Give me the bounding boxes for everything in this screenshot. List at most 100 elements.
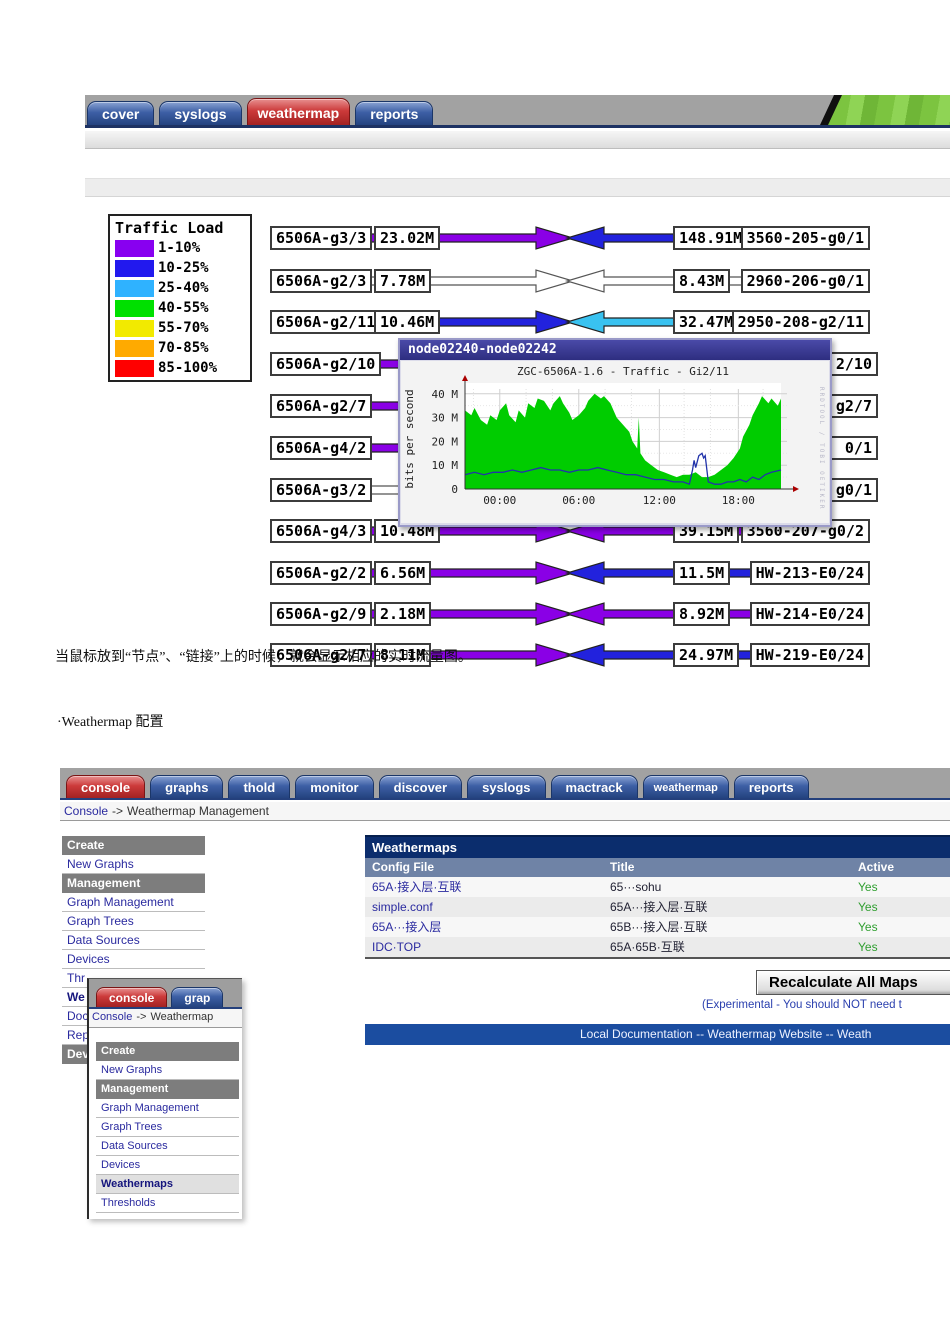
sidebar-header-management: Management	[96, 1080, 239, 1099]
breadcrumb-separator: ->	[112, 804, 124, 818]
tab-mactrack[interactable]: mactrack	[550, 775, 638, 798]
legend-range-label: 1-10%	[158, 240, 201, 256]
svg-text:40 M: 40 M	[432, 388, 459, 401]
link-value-right: 24.97M	[673, 643, 740, 667]
svg-text:06:00: 06:00	[562, 494, 595, 507]
tab-cover[interactable]: cover	[87, 101, 155, 125]
legend-swatch	[115, 239, 154, 257]
logo-stripe-graphic	[828, 95, 950, 125]
node-label-left: 6506A-g3/2	[270, 478, 373, 502]
node-label-right: HW-213-E0/24	[749, 561, 870, 585]
recalculate-all-maps-button[interactable]: Recalculate All Maps	[756, 970, 950, 995]
link-value-left: 6.56M	[374, 561, 432, 585]
sidebar-header-create: Create	[96, 1042, 239, 1061]
sidebar-item-new-graphs[interactable]: New Graphs	[96, 1061, 239, 1080]
tab-syslogs[interactable]: syslogs	[467, 775, 546, 798]
tab-bar: cover syslogs weathermap reports	[85, 95, 950, 128]
sidebar-item-devices[interactable]: Devices	[62, 950, 205, 969]
breadcrumb: Console -> Weathermap	[89, 1009, 242, 1028]
cacti-logo-graphic	[790, 95, 950, 125]
breadcrumb-console-link[interactable]: Console	[92, 1011, 132, 1023]
svg-text:bits per second: bits per second	[403, 389, 416, 488]
hover-hint-caption: 当鼠标放到“节点”、“链接”上的时候，就会显示相应的实时流量图。	[55, 650, 472, 665]
tab-graphs[interactable]: graphs	[150, 775, 224, 798]
breadcrumb-separator: ->	[136, 1011, 147, 1023]
breadcrumb-page: Weathermap	[150, 1011, 214, 1023]
tab-console[interactable]: console	[96, 987, 168, 1007]
tab-bar: console grap	[89, 979, 242, 1009]
experimental-note: (Experimental - You should NOT need t	[702, 999, 902, 1011]
map-title-cell: 65···sohu	[610, 880, 662, 894]
weathermap-link-row[interactable]: 6506A-g2/2 6.56M 11.5M HW-213-E0/24	[270, 556, 870, 590]
nested-console-screenshot: console grap Console -> Weathermap Create Ne…	[87, 978, 242, 1219]
tab-thold[interactable]: thold	[228, 775, 291, 798]
sidebar-item-data-sources[interactable]: Data Sources	[96, 1137, 239, 1156]
weathermap-link-row[interactable]: 6506A-g2/3 7.78M 8.43M 2960-206-g0/1	[270, 264, 870, 298]
weathermap-link-row[interactable]: 6506A-g2/9 2.18M 8.92M HW-214-E0/24	[270, 597, 870, 631]
sidebar-header-create: Create	[62, 836, 205, 855]
weathermap-config-bullet: ·Weathermap 配置	[57, 715, 164, 730]
active-status: Yes	[858, 880, 878, 894]
legend-item: 1-10%	[110, 238, 250, 258]
tab-reports[interactable]: reports	[733, 775, 809, 798]
svg-text:0: 0	[451, 483, 458, 496]
active-status: Yes	[858, 940, 878, 954]
rrd-graph: 00:00 06:00 12:00 18:00 0 10 M 20 M 30 M 40 M ZGC…	[401, 361, 829, 523]
table-row: IDC·TOP 65A·65B·互联 Yes	[365, 937, 950, 957]
node-label-right: HW-219-E0/24	[749, 643, 870, 667]
legend-title: Traffic Load	[115, 219, 224, 237]
svg-text:30 M: 30 M	[432, 412, 459, 425]
tab-discover[interactable]: discover	[378, 775, 463, 798]
sidebar-header-management: Management	[62, 874, 205, 893]
svg-text:12:00: 12:00	[643, 494, 676, 507]
tab-weathermap[interactable]: weathermap	[246, 98, 351, 125]
breadcrumb-console-link[interactable]: Console	[64, 804, 108, 818]
legend-range-label: 85-100%	[158, 360, 218, 376]
tab-monitor[interactable]: monitor	[295, 775, 374, 798]
map-title-cell: 65B···接入层·互联	[610, 920, 708, 934]
svg-text:RRDTOOL / TOBI OETIKER: RRDTOOL / TOBI OETIKER	[818, 387, 825, 510]
tab-syslogs[interactable]: syslogs	[159, 101, 242, 125]
traffic-chart: 00:00 06:00 12:00 18:00 0 10 M 20 M 30 M 40 M ZGC…	[403, 365, 825, 510]
sidebar-item-new-graphs[interactable]: New Graphs	[62, 855, 205, 874]
sidebar-item-graph-trees[interactable]: Graph Trees	[96, 1118, 239, 1137]
legend-item: 40-55%	[110, 298, 250, 318]
tab-weathermap[interactable]: weathermap	[642, 775, 729, 798]
svg-text:20 M: 20 M	[432, 435, 459, 448]
map-title-cell: 65A·65B·互联	[610, 940, 685, 954]
config-file-link[interactable]: 65A·接入层·互联	[365, 877, 603, 897]
weathermap-link-row[interactable]: 6506A-g2/11 10.46M 32.47M 2950-208-g2/11	[270, 305, 870, 339]
link-value-right: 8.92M	[673, 602, 731, 626]
table-row: simple.conf 65A···接入层·互联 Yes	[365, 897, 950, 917]
tab-grap[interactable]: grap	[171, 987, 224, 1007]
tab-console[interactable]: console	[66, 775, 146, 798]
svg-text:18:00: 18:00	[722, 494, 755, 507]
popup-title: node02240-node02242	[400, 340, 830, 360]
weathermap-link-row[interactable]: 6506A-g3/3 23.02M 148.91M 3560-205-g0/1	[270, 221, 870, 255]
documentation-links-bar[interactable]: Local Documentation -- Weathermap Websit…	[365, 1024, 950, 1045]
breadcrumb-page: Weathermap Management	[127, 804, 269, 818]
sidebar-item-devices[interactable]: Devices	[96, 1156, 239, 1175]
config-file-link[interactable]: simple.conf	[365, 897, 603, 917]
sidebar-item-graph-management[interactable]: Graph Management	[62, 893, 205, 912]
sidebar-item-thresholds[interactable]: Thresholds	[96, 1194, 239, 1213]
sidebar-item-weathermaps[interactable]: Weathermaps	[96, 1175, 239, 1194]
link-value-right: 8.43M	[673, 269, 731, 293]
col-config-file: Config File	[372, 860, 434, 874]
tab-reports[interactable]: reports	[355, 101, 434, 125]
link-value-left: 2.18M	[374, 602, 432, 626]
config-file-link[interactable]: IDC·TOP	[365, 937, 603, 957]
traffic-load-legend: Traffic Load 1-10% 10-25% 25-40% 40-55% 55-7…	[108, 214, 252, 382]
legend-item: 10-25%	[110, 258, 250, 278]
sidebar-item-graph-management[interactable]: Graph Management	[96, 1099, 239, 1118]
col-title: Title	[610, 860, 635, 874]
sub-header-band	[85, 178, 950, 197]
table-title: Weathermaps	[365, 835, 950, 858]
legend-range-label: 40-55%	[158, 300, 209, 316]
legend-item: 70-85%	[110, 338, 250, 358]
node-label-left: 6506A-g2/10	[270, 352, 382, 376]
tab-bar: console graphs thold monitor discover syslogs…	[60, 768, 950, 800]
sidebar-item-graph-trees[interactable]: Graph Trees	[62, 912, 205, 931]
sidebar-item-data-sources[interactable]: Data Sources	[62, 931, 205, 950]
config-file-link[interactable]: 65A···接入层	[365, 917, 603, 937]
